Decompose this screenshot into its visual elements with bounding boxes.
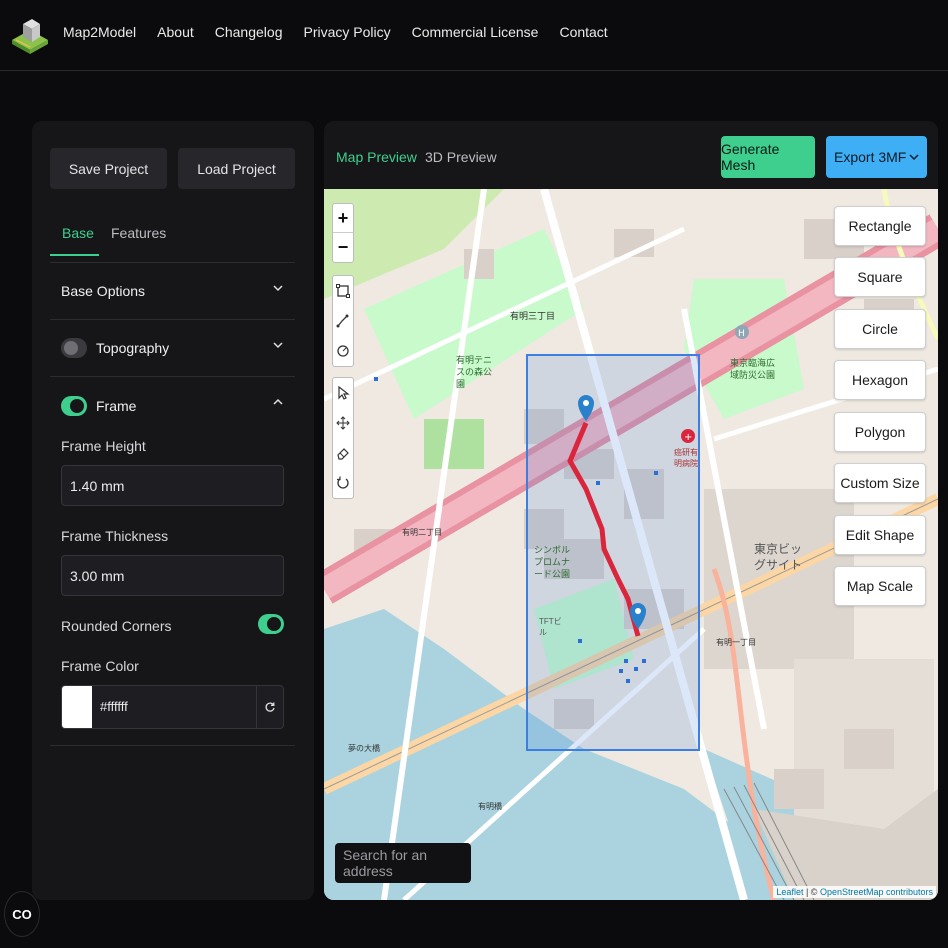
top-navbar: Map2Model About Changelog Privacy Policy… — [0, 0, 948, 71]
address-search-input[interactable]: Search for an address — [335, 843, 471, 883]
hexagon-button[interactable]: Hexagon — [834, 360, 926, 400]
custom-size-button[interactable]: Custom Size — [834, 463, 926, 503]
map-label-tennis-park: 有明テニスの森公園 — [456, 355, 493, 389]
topography-label: Topography — [96, 340, 170, 356]
map-label-ariake-3: 有明三丁目 — [510, 311, 556, 321]
circle-draw-icon — [337, 345, 349, 357]
preview-tabs: Map Preview 3D Preview — [336, 149, 497, 165]
eraser-icon — [337, 448, 349, 460]
leaflet-link[interactable]: Leaflet — [776, 887, 803, 897]
generate-mesh-button[interactable]: Generate Mesh — [721, 136, 815, 178]
rectangle-button[interactable]: Rectangle — [834, 206, 926, 246]
frame-height-label: Frame Height — [61, 438, 146, 454]
nav-contact[interactable]: Contact — [559, 24, 607, 40]
settings-tabs: Base Features — [50, 225, 295, 263]
map-view[interactable]: + H 有明三丁目 有明テニスの森公園 東京ビッグサイト 東京臨海広域防災公園 … — [324, 189, 938, 900]
rounded-corners-label: Rounded Corners — [61, 618, 172, 634]
tab-map-preview[interactable]: Map Preview — [336, 149, 417, 165]
export-3mf-button[interactable]: Export 3MF — [826, 136, 927, 178]
main-nav: Map2Model About Changelog Privacy Policy… — [63, 24, 629, 40]
draw-polyline-tool[interactable] — [333, 306, 353, 336]
frame-thickness-label: Frame Thickness — [61, 528, 169, 544]
zoom-out-button[interactable]: − — [333, 233, 353, 262]
save-project-button[interactable]: Save Project — [50, 148, 167, 189]
chevron-down-icon — [273, 285, 283, 292]
map-label-disaster-park: 東京臨海広域防災公園 — [730, 358, 776, 380]
nav-changelog[interactable]: Changelog — [215, 24, 283, 40]
preview-panel: Map Preview 3D Preview Generate Mesh Exp… — [324, 121, 938, 900]
export-label: Export 3MF — [834, 149, 907, 165]
settings-panel: Save Project Load Project Base Features … — [32, 121, 314, 900]
polygon-button[interactable]: Polygon — [834, 412, 926, 452]
zoom-control: + − — [332, 203, 354, 263]
color-swatch[interactable] — [62, 686, 92, 728]
map-label-ariake-2: 有明二丁目 — [402, 528, 442, 537]
move-tool[interactable] — [333, 408, 353, 438]
tab-features[interactable]: Features — [111, 225, 166, 254]
frame-label: Frame — [96, 397, 137, 414]
map-label-tft: TFTビル — [539, 617, 562, 637]
topography-toggle[interactable] — [61, 338, 87, 358]
nav-home[interactable]: Map2Model — [63, 24, 136, 40]
edit-toolbar — [332, 377, 354, 499]
rectangle-draw-icon — [336, 284, 350, 298]
edit-shape-button[interactable]: Edit Shape — [834, 515, 926, 555]
frame-color-label: Frame Color — [61, 658, 139, 674]
load-project-button[interactable]: Load Project — [178, 148, 295, 189]
frame-toggle[interactable] — [61, 395, 87, 416]
erase-tool[interactable] — [333, 438, 353, 468]
map-label-yume-bridge: 夢の大橋 — [348, 744, 380, 753]
attribution-separator: | © — [803, 887, 820, 897]
rotate-tool[interactable] — [333, 468, 353, 498]
svg-text:H: H — [738, 329, 745, 339]
square-button[interactable]: Square — [834, 257, 926, 297]
map-label-ariake-1: 有明一丁目 — [716, 638, 756, 647]
map-label-symbol-park: シンボルプロムナード公園 — [534, 545, 571, 579]
nav-license[interactable]: Commercial License — [412, 24, 539, 40]
frame-color-value[interactable]: #ffffff — [100, 699, 128, 714]
chevron-up-icon — [273, 398, 283, 405]
tab-base[interactable]: Base — [50, 225, 99, 256]
floating-action-button[interactable]: CO — [4, 891, 40, 937]
nav-privacy[interactable]: Privacy Policy — [303, 24, 390, 40]
map-label-hospital: 癌研有明病院 — [674, 448, 698, 468]
svg-text:+: + — [684, 432, 692, 443]
base-options-section[interactable]: Base Options — [50, 263, 295, 320]
move-arrows-icon — [336, 416, 350, 430]
map-scale-button[interactable]: Map Scale — [834, 566, 926, 606]
chevron-down-icon[interactable] — [909, 152, 919, 162]
frame-height-input[interactable]: 1.40 mm — [61, 465, 284, 506]
circle-button[interactable]: Circle — [834, 309, 926, 349]
rotate-icon — [337, 476, 349, 489]
frame-thickness-input[interactable]: 3.00 mm — [61, 555, 284, 596]
polyline-draw-icon — [336, 314, 349, 328]
map-attribution: Leaflet | © OpenStreetMap contributors — [773, 886, 936, 898]
select-tool[interactable] — [333, 378, 353, 408]
osm-link[interactable]: OpenStreetMap contributors — [820, 887, 933, 897]
rounded-corners-toggle[interactable] — [258, 614, 284, 634]
tab-3d-preview[interactable]: 3D Preview — [425, 149, 497, 165]
refresh-icon — [265, 702, 275, 712]
map-label-bigsight: 東京ビッグサイト — [754, 542, 803, 572]
frame-color-picker[interactable]: #ffffff — [61, 685, 284, 729]
nav-about[interactable]: About — [157, 24, 194, 40]
chevron-down-icon — [273, 342, 283, 349]
map-cube-logo-icon[interactable] — [10, 14, 50, 54]
reset-color-button[interactable] — [256, 686, 283, 728]
draw-rectangle-tool[interactable] — [333, 276, 353, 306]
base-options-label: Base Options — [61, 283, 146, 299]
divider — [50, 745, 295, 746]
cursor-icon — [338, 386, 350, 400]
map-label-ariake-bridge: 有明橋 — [478, 802, 502, 811]
draw-toolbar — [332, 275, 354, 367]
draw-circle-tool[interactable] — [333, 336, 353, 366]
zoom-in-button[interactable]: + — [333, 204, 353, 233]
frame-section-header[interactable]: Frame — [50, 377, 295, 434]
topography-section[interactable]: Topography — [50, 320, 295, 377]
